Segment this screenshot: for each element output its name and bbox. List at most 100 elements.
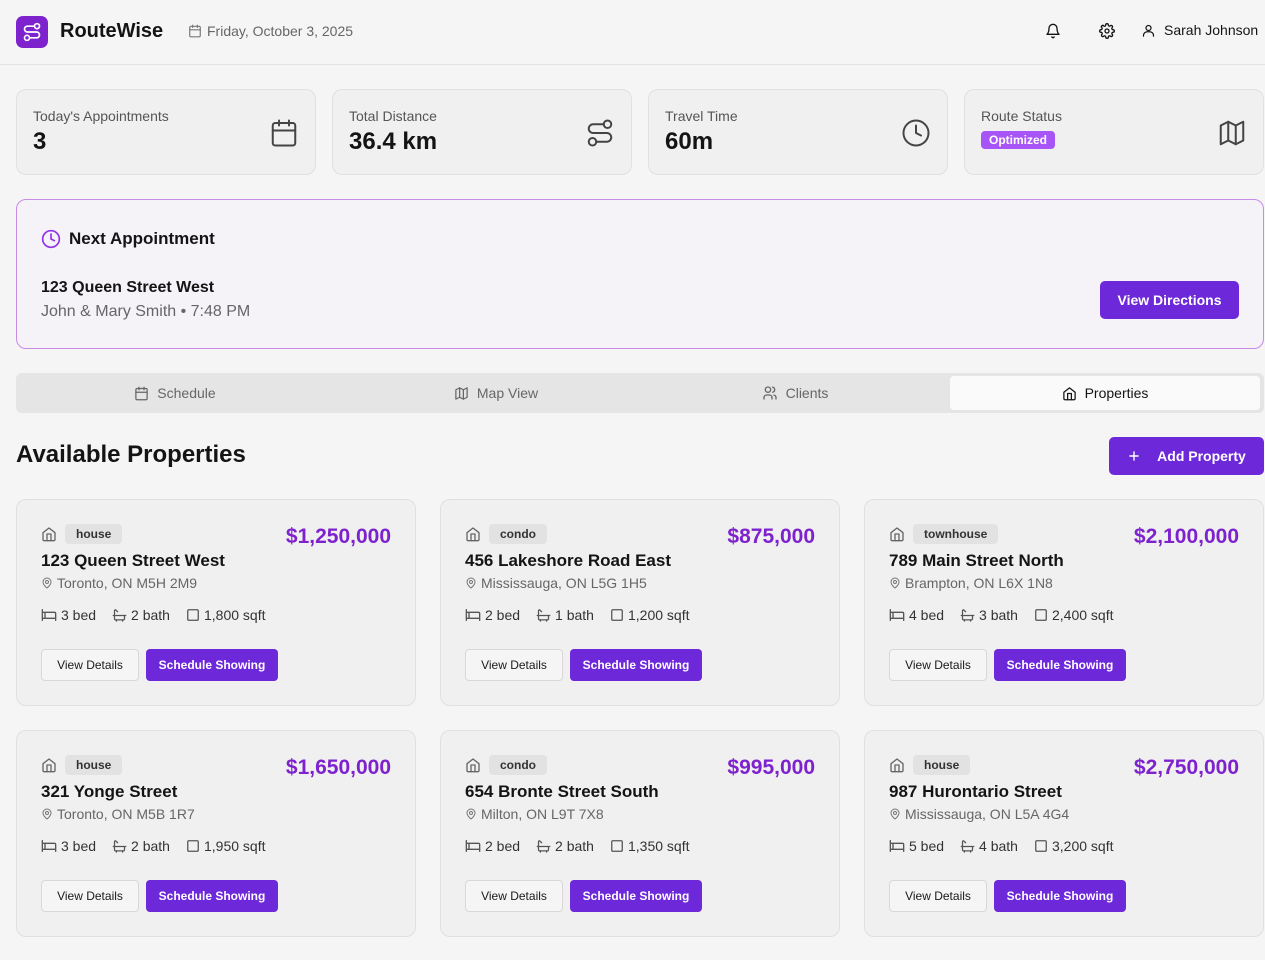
property-price: $1,250,000 — [285, 525, 391, 548]
schedule-showing-button[interactable]: Schedule Showing — [146, 649, 278, 681]
beds-text: 3 bed — [61, 838, 97, 854]
beds-feature: 5 bed — [889, 838, 944, 854]
view-details-button[interactable]: View Details — [889, 649, 987, 681]
view-directions-button[interactable]: View Directions — [1100, 281, 1239, 319]
next-appointment-meta: John & Mary Smith • 7:48 PM — [41, 303, 251, 320]
baths-text: 3 bath — [979, 607, 1018, 623]
map-pin-icon — [465, 808, 477, 820]
home-icon — [465, 526, 481, 542]
sqft-text: 1,350 sqft — [627, 838, 690, 854]
schedule-showing-button[interactable]: Schedule Showing — [570, 649, 702, 681]
property-price: $875,000 — [727, 525, 815, 548]
sqft-feature: 2,400 sqft — [1034, 607, 1113, 623]
sqft-feature: 1,350 sqft — [610, 838, 690, 854]
baths-text: 2 bath — [555, 838, 594, 854]
property-type-badge: house — [65, 524, 123, 544]
tab-label: Properties — [1084, 385, 1149, 401]
map-pin-icon — [41, 808, 53, 820]
user-menu[interactable]: Sarah Johnson — [1141, 22, 1258, 38]
tab-map-view[interactable]: Map View — [341, 376, 651, 410]
clock-icon — [901, 118, 931, 148]
next-appointment-card: Next Appointment 123 Queen Street West J… — [16, 199, 1264, 349]
property-type-badge: condo — [489, 755, 547, 775]
schedule-showing-button[interactable]: Schedule Showing — [570, 880, 702, 912]
bath-icon — [112, 608, 127, 623]
schedule-showing-button[interactable]: Schedule Showing — [994, 649, 1126, 681]
baths-text: 4 bath — [979, 838, 1018, 854]
property-features: 2 bed 2 bath 1,350 sqft — [465, 838, 705, 854]
property-card: condo $995,000 654 Bronte Street South M… — [440, 730, 840, 937]
property-city-text: Mississauga, ON L5G 1H5 — [481, 575, 647, 591]
schedule-showing-button[interactable]: Schedule Showing — [994, 880, 1126, 912]
bed-icon — [41, 838, 57, 854]
stat-label: Total Distance — [349, 108, 437, 124]
bath-icon — [960, 839, 975, 854]
square-icon — [610, 608, 624, 622]
calendar-icon — [188, 24, 202, 38]
app-name: RouteWise — [60, 20, 164, 42]
sqft-text: 3,200 sqft — [1051, 838, 1114, 854]
tab-clients[interactable]: Clients — [640, 376, 950, 410]
bell-icon[interactable] — [1045, 23, 1061, 39]
app-header: RouteWise Friday, October 3, 2025 Sarah … — [0, 0, 1265, 65]
view-details-button[interactable]: View Details — [889, 880, 987, 912]
next-appointment-address: 123 Queen Street West — [41, 279, 215, 296]
property-header: condo — [465, 524, 547, 544]
property-city: Mississauga, ON L5A 4G4 — [889, 806, 1069, 822]
users-icon — [762, 385, 778, 401]
property-type-badge: condo — [489, 524, 547, 544]
baths-feature: 2 bath — [536, 838, 594, 854]
beds-feature: 3 bed — [41, 838, 96, 854]
section-title: Available Properties — [16, 441, 246, 468]
route-icon[interactable] — [16, 16, 48, 48]
property-city: Milton, ON L9T 7X8 — [465, 806, 604, 822]
calendar-icon — [269, 118, 299, 148]
map-pin-icon — [41, 577, 53, 589]
bed-icon — [465, 607, 481, 623]
stat-card-distance: Total Distance 36.4 km — [332, 89, 632, 175]
square-icon — [1034, 839, 1048, 853]
property-features: 5 bed 4 bath 3,200 sqft — [889, 838, 1129, 854]
bed-icon — [889, 838, 905, 854]
property-price: $995,000 — [727, 756, 815, 779]
baths-feature: 3 bath — [960, 607, 1018, 623]
view-details-button[interactable]: View Details — [465, 649, 563, 681]
map-pin-icon — [889, 577, 901, 589]
sqft-text: 1,200 sqft — [627, 607, 690, 623]
calendar-icon — [134, 386, 149, 401]
property-type-badge: townhouse — [913, 524, 999, 544]
view-details-button[interactable]: View Details — [41, 649, 139, 681]
property-address: 987 Hurontario Street — [889, 782, 1062, 801]
property-address: 321 Yonge Street — [41, 782, 178, 801]
view-details-button[interactable]: View Details — [465, 880, 563, 912]
property-city: Toronto, ON M5H 2M9 — [41, 575, 197, 591]
schedule-showing-button[interactable]: Schedule Showing — [146, 880, 278, 912]
property-city-text: Toronto, ON M5B 1R7 — [57, 806, 195, 822]
map-icon — [1217, 118, 1247, 148]
home-icon — [1062, 386, 1077, 401]
bed-icon — [41, 607, 57, 623]
next-appointment-header: Next Appointment — [41, 229, 215, 249]
property-header: house — [41, 755, 123, 775]
stat-value: 60m — [665, 128, 714, 155]
sqft-feature: 3,200 sqft — [1034, 838, 1114, 854]
property-address: 456 Lakeshore Road East — [465, 551, 671, 570]
tab-properties[interactable]: Properties — [950, 376, 1260, 410]
home-icon — [889, 757, 905, 773]
property-card: house $2,750,000 987 Hurontario Street M… — [864, 730, 1264, 937]
map-pin-icon — [465, 577, 477, 589]
property-city: Brampton, ON L6X 1N8 — [889, 575, 1053, 591]
header-date: Friday, October 3, 2025 — [188, 23, 353, 39]
baths-feature: 4 bath — [960, 838, 1018, 854]
property-header: condo — [465, 755, 547, 775]
property-card: townhouse $2,100,000 789 Main Street Nor… — [864, 499, 1264, 706]
gear-icon[interactable] — [1099, 23, 1115, 39]
status-badge: Optimized — [981, 131, 1056, 149]
add-property-button[interactable]: Add Property — [1109, 437, 1264, 475]
view-details-button[interactable]: View Details — [41, 880, 139, 912]
beds-feature: 2 bed — [465, 607, 520, 623]
property-city-text: Milton, ON L9T 7X8 — [481, 806, 604, 822]
property-type-badge: house — [913, 755, 971, 775]
property-city: Mississauga, ON L5G 1H5 — [465, 575, 647, 591]
tab-schedule[interactable]: Schedule — [20, 376, 330, 410]
